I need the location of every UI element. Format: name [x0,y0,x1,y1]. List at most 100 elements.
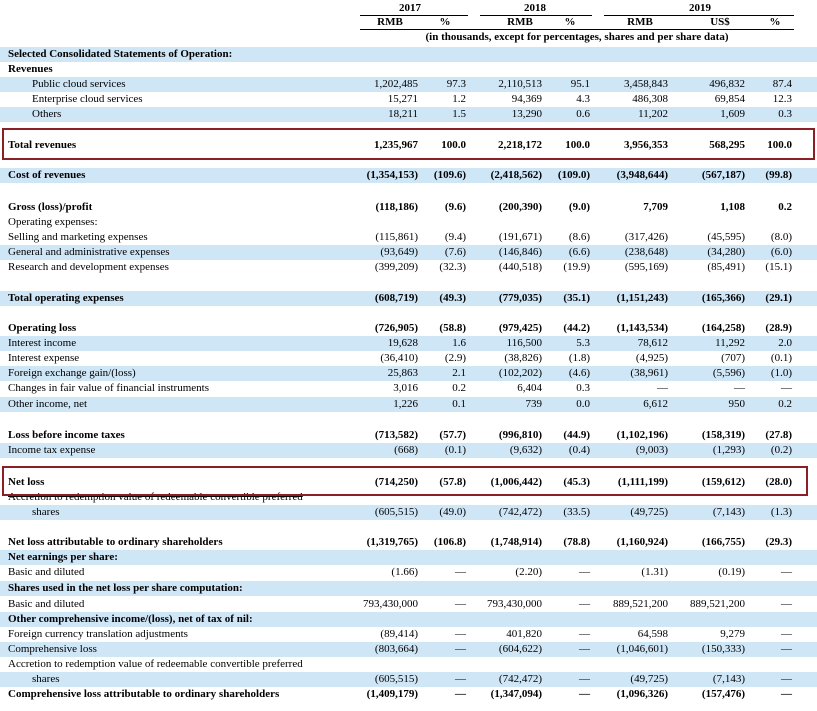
row-value [338,657,418,672]
row-value: — [455,598,466,610]
row-value [556,47,590,62]
row-value: (6.6) [568,246,590,258]
row-value: — [579,643,590,655]
row-value: 0.0 [576,398,590,410]
row-value: 0.3 [778,108,792,120]
row-value: (49,725) [630,506,668,518]
row-value: 1.5 [452,108,466,120]
row-value: (49.0) [439,506,466,518]
row-value [556,581,590,596]
row-label: Public cloud services [32,78,126,90]
row-value: — [579,598,590,610]
row-value: (1,102,196) [616,429,668,441]
row-value: (1,151,243) [616,292,668,304]
row-value: (996,810) [498,429,542,441]
row-value [588,657,668,672]
row-value: (32.3) [439,261,466,273]
row-value [588,550,668,565]
year-2019: 2019 [689,2,711,14]
table-row: Gross (loss)/profit (118,186) (9.6) (200,39… [0,200,817,215]
row-value: — [455,628,466,640]
table-row: Operating loss (726,905) (58.8) (979,425) (4… [0,321,817,336]
row-label: Basic and diluted [8,566,85,578]
row-value: 1.6 [452,337,466,349]
row-value [588,47,668,62]
row-value: 12.3 [772,93,792,105]
row-value: — [579,628,590,640]
row-value [665,581,745,596]
row-value [758,47,792,62]
col-head-pct-2017: % [439,16,451,28]
row-value: (166,755) [701,536,745,548]
row-label: Accretion to redemption value of redeema… [8,658,303,670]
row-value [432,612,466,627]
row-value: 0.3 [576,382,590,394]
row-value: (200,390) [498,201,542,213]
row-value: (1.8) [568,352,590,364]
row-value [338,62,418,77]
row-value: (238,648) [624,246,668,258]
row-value: (317,426) [624,231,668,243]
table-row: General and administrative expenses (93,6… [0,245,817,260]
col-head-rmb-2019: RMB [627,16,653,28]
row-value [338,612,418,627]
row-value: (604,622) [498,643,542,655]
row-value: (1,347,094) [490,688,542,700]
table-row: Selected Consolidated Statements of Oper… [0,47,817,62]
highlight-total-revenues [2,128,815,160]
row-value: 1,108 [720,201,745,213]
row-value: 13,290 [511,108,542,120]
row-value: (1.0) [770,367,792,379]
row-value: — [781,628,792,640]
table-row: Net earnings per share: [0,550,817,565]
row-label: Research and development expenses [8,261,169,273]
row-value: (165,366) [701,292,745,304]
row-label: Loss before income taxes [8,429,125,441]
row-value [588,215,668,230]
row-label: Net loss attributable to ordinary shareh… [8,536,223,548]
units-note: (in thousands, except for percentages, s… [425,31,729,43]
table-row: shares (605,515) — (742,472) — (49,725) (7,143… [0,672,817,687]
row-value: 1,202,485 [374,78,418,90]
row-value [758,550,792,565]
row-value: (605,515) [374,506,418,518]
row-value [556,550,590,565]
row-value [432,47,466,62]
row-value: (9,632) [509,444,542,456]
table-row: Selling and marketing expenses (115,861) (… [0,230,817,245]
row-value: (8.0) [770,231,792,243]
row-value: (1.3) [770,506,792,518]
row-value: (1,319,765) [366,536,418,548]
row-value: (7,143) [712,506,745,518]
row-value: (45,595) [707,231,745,243]
row-value [556,62,590,77]
row-label: Selected Consolidated Statements of Oper… [8,48,233,60]
row-value: 7,709 [643,201,668,213]
row-value: (1,160,924) [616,536,668,548]
row-value: (1.66) [391,566,418,578]
row-value: (803,664) [374,643,418,655]
row-value: — [781,566,792,578]
row-value: 25,863 [387,367,418,379]
row-value [462,550,542,565]
year-2017: 2017 [399,2,421,14]
row-value: (595,169) [624,261,668,273]
row-value [758,612,792,627]
row-value: (2.9) [444,352,466,364]
row-value: 1,609 [720,108,745,120]
row-value: — [781,643,792,655]
table-row: Other comprehensive income/(loss), net o… [0,612,817,627]
row-value [556,657,590,672]
row-value [432,215,466,230]
row-label: Cost of revenues [8,169,86,181]
row-value: (164,258) [701,322,745,334]
row-value: 9,279 [720,628,745,640]
row-value: — [579,566,590,578]
row-label: Others [32,108,62,120]
row-value [462,612,542,627]
row-label: Gross (loss)/profit [8,201,93,213]
row-label: Operating loss [8,322,77,334]
row-value: — [734,382,745,394]
row-label: Foreign exchange gain/(loss) [8,367,136,379]
row-value [665,612,745,627]
